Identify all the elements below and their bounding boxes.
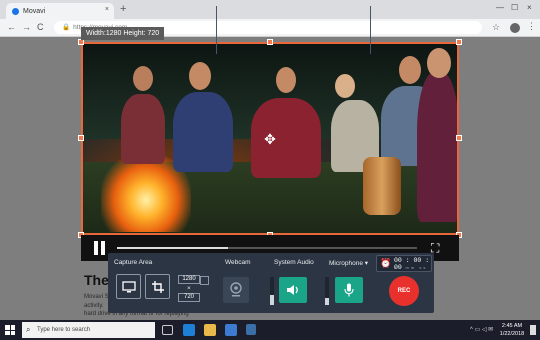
reload-icon[interactable]: C xyxy=(37,22,44,32)
microphone-level-fill xyxy=(325,298,329,305)
close-window-icon[interactable]: × xyxy=(527,3,532,12)
browser-tab-strip: Movavi × + — ☐ × xyxy=(0,0,540,19)
microphone-dropdown[interactable]: Microphone ▾ xyxy=(329,259,368,267)
clock-time: 2:45 AM xyxy=(501,323,523,329)
capture-size-label: Width:1280 Height: 720 xyxy=(81,27,165,40)
microphone-icon xyxy=(344,283,354,297)
taskbar-search-box[interactable]: ⌕ Type here to search xyxy=(22,322,155,338)
fullscreen-capture-button[interactable] xyxy=(116,274,141,299)
speaker-icon xyxy=(287,285,298,295)
system-audio-level-fill xyxy=(270,295,274,305)
webcam-label: Webcam xyxy=(225,259,251,266)
panel-divider xyxy=(216,6,217,54)
maximize-window-icon[interactable]: ☐ xyxy=(511,3,518,12)
search-icon: ⌕ xyxy=(26,325,31,334)
page-heading: The xyxy=(84,272,109,288)
file-explorer-icon[interactable] xyxy=(204,324,216,336)
taskbar-clock[interactable]: 2:45 AM 1/22/2018 xyxy=(497,322,527,338)
system-tray-icons[interactable]: ^ ▭ ◁ ✉ xyxy=(470,326,493,333)
video-progress-bar[interactable] xyxy=(117,247,417,249)
windows-start-icon[interactable] xyxy=(5,325,15,335)
system-audio-toggle-button[interactable] xyxy=(279,277,307,303)
tab-title: Movavi xyxy=(23,7,46,15)
notifications-icon[interactable] xyxy=(530,325,536,335)
forward-arrow-icon[interactable]: → xyxy=(22,22,31,32)
recording-timer: ⏰ 00 : 00 : 00 hh mm ss xyxy=(376,255,432,272)
bookmark-star-icon[interactable]: ☆ xyxy=(492,22,500,33)
new-tab-button[interactable]: + xyxy=(120,3,126,15)
resize-handle-top[interactable] xyxy=(267,39,273,45)
task-view-icon[interactable] xyxy=(162,325,173,335)
panel-divider xyxy=(370,6,371,54)
resize-handle-left[interactable] xyxy=(78,135,84,141)
minimize-window-icon[interactable]: — xyxy=(496,3,504,12)
monitor-icon xyxy=(121,280,136,292)
microphone-toggle-button[interactable] xyxy=(335,277,363,303)
height-field[interactable]: 720 xyxy=(178,293,200,302)
webcam-icon xyxy=(230,282,242,297)
microphone-level-meter xyxy=(325,277,329,305)
windows-taskbar: ⌕ Type here to search ^ ▭ ◁ ✉ 2:45 AM 1/… xyxy=(0,320,540,340)
video-progress-fill xyxy=(117,247,228,249)
search-placeholder: Type here to search xyxy=(37,327,91,333)
crop-area-button[interactable] xyxy=(145,274,170,299)
clock-date: 1/22/2018 xyxy=(499,331,525,337)
width-field[interactable]: 1280 xyxy=(178,275,200,284)
rec-button[interactable]: REC xyxy=(389,276,419,306)
back-arrow-icon[interactable]: ← xyxy=(7,22,16,32)
resize-handle-top-right[interactable] xyxy=(456,39,462,45)
browser-tab[interactable]: Movavi × xyxy=(6,3,114,19)
timer-units: hh mm ss xyxy=(394,265,428,270)
crop-icon xyxy=(151,280,164,293)
times-symbol: × xyxy=(187,285,191,292)
system-audio-label: System Audio xyxy=(274,259,314,266)
system-audio-level-meter xyxy=(270,277,274,305)
close-tab-icon[interactable]: × xyxy=(105,6,109,13)
resize-handle-right[interactable] xyxy=(456,135,462,141)
mail-icon[interactable] xyxy=(246,324,256,335)
browser-menu-icon[interactable]: ⋮ xyxy=(527,21,536,32)
movavi-favicon-icon xyxy=(12,7,19,15)
profile-avatar[interactable] xyxy=(510,23,520,33)
edge-browser-icon[interactable] xyxy=(183,324,195,336)
move-icon[interactable]: ✥ xyxy=(262,131,278,147)
capture-area-label: Capture Area xyxy=(114,259,153,266)
aspect-lock-checkbox[interactable] xyxy=(200,276,209,285)
alarm-clock-icon[interactable]: ⏰ xyxy=(380,258,391,269)
lock-icon: 🔒 xyxy=(62,24,71,31)
webcam-toggle-button[interactable] xyxy=(223,277,249,303)
pause-icon[interactable] xyxy=(93,241,107,255)
store-icon[interactable] xyxy=(225,324,237,336)
